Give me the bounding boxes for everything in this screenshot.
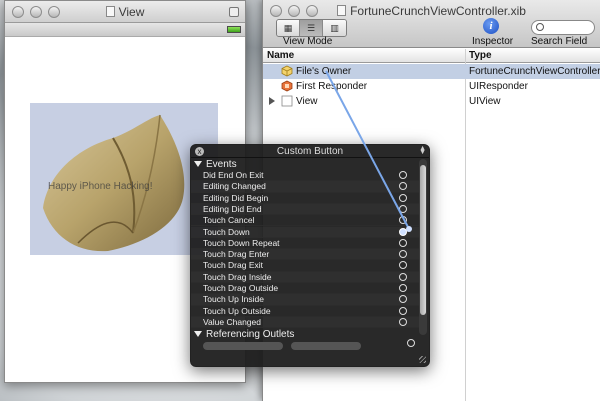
hud-close-button[interactable]: x xyxy=(195,147,204,156)
referencing-outlets-section-header[interactable]: Referencing Outlets xyxy=(194,329,294,340)
event-connection-circle[interactable] xyxy=(399,227,407,236)
hud-title: Custom Button xyxy=(276,146,344,157)
event-label: Value Changed xyxy=(203,316,261,327)
hud-scrollbar-thumb[interactable] xyxy=(420,165,426,315)
event-connection-circle[interactable] xyxy=(399,284,407,292)
outlet-connection-pill[interactable] xyxy=(291,342,361,350)
events-section-header[interactable]: Events xyxy=(194,159,237,170)
event-connection-circle[interactable] xyxy=(399,295,407,304)
event-label: Touch Drag Inside xyxy=(203,271,272,282)
event-row[interactable]: Touch Cancel xyxy=(191,215,419,227)
event-label: Touch Down Repeat xyxy=(203,237,280,248)
event-row[interactable]: Touch Up Outside xyxy=(191,306,419,317)
icon-view-mode-button[interactable]: ▦ xyxy=(277,20,300,36)
outlet-connection-circle[interactable] xyxy=(407,339,415,347)
event-row[interactable]: Touch Drag Inside xyxy=(191,272,419,283)
list-view-mode-button[interactable]: ☰ xyxy=(300,20,323,36)
row-name: First Responder xyxy=(296,81,368,92)
event-row[interactable]: Touch Drag Enter xyxy=(191,249,419,261)
battery-icon xyxy=(227,26,241,33)
expand-triangle-icon xyxy=(194,161,202,167)
event-row[interactable]: Touch Down xyxy=(191,227,419,238)
rotate-icon[interactable] xyxy=(229,7,239,17)
hud-scroll-arrows-icon[interactable]: ▲ ▼ xyxy=(419,145,426,156)
event-row[interactable]: Touch Up Inside xyxy=(191,294,419,306)
event-connection-circle[interactable] xyxy=(399,250,407,259)
event-row[interactable]: Touch Drag Exit xyxy=(191,260,419,272)
inspector-label: Inspector xyxy=(472,36,514,47)
outline-table-header: Name Type xyxy=(263,49,600,63)
event-label: Touch Drag Enter xyxy=(203,249,270,260)
view-window-title: View xyxy=(5,5,245,19)
view-mode-segmented-control[interactable]: ▦ ☰ ▥ xyxy=(276,19,347,37)
xib-file-icon xyxy=(337,5,347,16)
responder-icon xyxy=(281,80,293,92)
event-label: Editing Did End xyxy=(203,203,262,214)
table-row-view[interactable]: View UIView xyxy=(263,94,600,109)
event-row[interactable]: Editing Did End xyxy=(191,203,419,216)
event-label: Touch Cancel xyxy=(203,215,255,226)
event-connection-circle[interactable] xyxy=(399,182,407,191)
event-label: Touch Down xyxy=(203,226,250,237)
row-name: View xyxy=(296,96,318,107)
view-icon xyxy=(281,95,293,107)
expand-triangle-icon xyxy=(194,331,202,337)
row-type: FortuneCrunchViewController xyxy=(469,66,600,77)
event-connection-circle[interactable] xyxy=(399,216,407,225)
name-column-header[interactable]: Name xyxy=(267,50,294,61)
view-window-titlebar[interactable]: View xyxy=(5,1,245,23)
search-field-label: Search Field xyxy=(531,36,588,47)
cube-icon xyxy=(281,65,293,77)
event-connection-circle[interactable] xyxy=(399,204,407,213)
event-row[interactable]: Value Changed xyxy=(191,316,419,329)
resize-grip-icon[interactable] xyxy=(419,356,426,363)
column-view-mode-button[interactable]: ▥ xyxy=(323,20,346,36)
event-row[interactable]: Did End On Exit xyxy=(191,170,419,182)
event-connection-circle[interactable] xyxy=(399,238,407,247)
hud-scrollbar[interactable] xyxy=(419,159,427,335)
type-column-header[interactable]: Type xyxy=(469,50,492,61)
event-connection-circle[interactable] xyxy=(399,306,407,315)
row-type: UIResponder xyxy=(469,81,528,92)
doc-window-title: FortuneCrunchViewController.xib xyxy=(263,4,600,18)
row-type: UIView xyxy=(469,96,501,107)
outlet-connection-pill[interactable] xyxy=(203,342,283,350)
event-connection-circle[interactable] xyxy=(399,317,407,326)
event-row[interactable]: Touch Down Repeat xyxy=(191,237,419,250)
table-row-first-responder[interactable]: First Responder UIResponder xyxy=(263,79,600,94)
event-row[interactable]: Touch Drag Outside xyxy=(191,283,419,295)
event-label: Touch Up Outside xyxy=(203,305,271,316)
event-label: Touch Drag Exit xyxy=(203,260,263,271)
simulated-status-bar xyxy=(5,23,245,37)
table-row-files-owner[interactable]: File's Owner FortuneCrunchViewController xyxy=(263,64,600,79)
event-label: Editing Changed xyxy=(203,181,266,192)
row-name: File's Owner xyxy=(296,66,352,77)
search-icon xyxy=(536,23,544,31)
disclosure-triangle-icon[interactable] xyxy=(269,97,275,105)
connections-hud-panel[interactable]: x Custom Button ▲ ▼ Events Did End On Exi… xyxy=(190,144,430,367)
event-connection-circle[interactable] xyxy=(399,272,407,281)
doc-toolbar: FortuneCrunchViewController.xib ▦ ☰ ▥ Vi… xyxy=(263,0,600,48)
event-connection-circle[interactable] xyxy=(399,261,407,270)
hud-titlebar[interactable]: x Custom Button ▲ ▼ xyxy=(191,145,429,158)
event-label: Touch Drag Outside xyxy=(203,283,279,293)
event-connection-circle[interactable] xyxy=(399,193,407,202)
event-label: Editing Did Begin xyxy=(203,192,269,203)
event-connection-circle[interactable] xyxy=(399,171,407,179)
document-icon xyxy=(105,6,115,17)
search-input[interactable] xyxy=(531,20,595,35)
image-label: Happy iPhone Hacking! xyxy=(48,181,153,192)
event-row[interactable]: Editing Changed xyxy=(191,181,419,193)
event-row[interactable]: Editing Did Begin xyxy=(191,193,419,204)
event-label: Did End On Exit xyxy=(203,170,264,180)
inspector-info-icon[interactable]: i xyxy=(483,18,499,34)
view-mode-label: View Mode xyxy=(283,36,333,47)
event-label: Touch Up Inside xyxy=(203,294,264,305)
